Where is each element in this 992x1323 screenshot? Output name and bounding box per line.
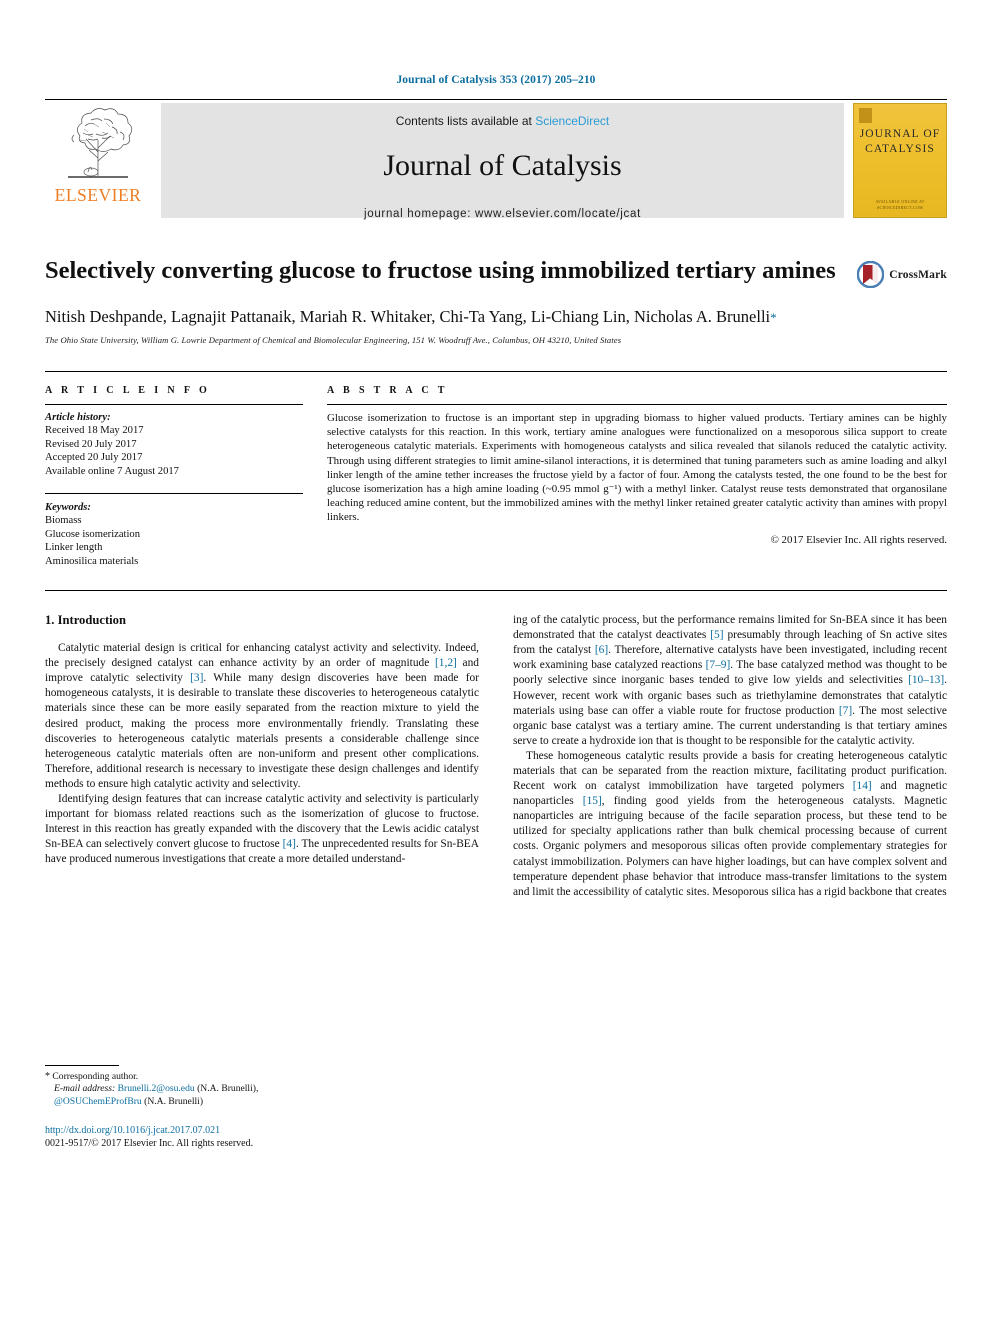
body-column-left: 1. Introduction Catalytic material desig… bbox=[45, 613, 479, 1150]
affiliation: The Ohio State University, William G. Lo… bbox=[45, 335, 622, 345]
email-link[interactable]: Brunelli.2@osu.edu bbox=[118, 1083, 195, 1094]
elsevier-wordmark: ELSEVIER bbox=[54, 185, 142, 205]
history-item: Received 18 May 2017 bbox=[45, 425, 144, 437]
elsevier-tree-icon bbox=[68, 108, 133, 178]
paragraph: ing of the catalytic process, but the pe… bbox=[513, 614, 948, 747]
cover-title-line-1: JOURNAL OF bbox=[859, 128, 941, 140]
keywords-group: Keywords: Biomass Glucose isomerization … bbox=[45, 493, 303, 568]
abstract-heading: A B S T R A C T bbox=[327, 385, 448, 396]
journal-cover-thumbnail[interactable]: JOURNAL OF CATALYSIS AVAILABLE ONLINE AT… bbox=[853, 103, 947, 218]
sciencedirect-link[interactable]: ScienceDirect bbox=[535, 114, 609, 128]
cover-elsevier-mark-icon bbox=[859, 108, 872, 123]
email-label: E-mail address: bbox=[54, 1083, 116, 1095]
abstract-text: Glucose isomerization to fructose is an … bbox=[327, 412, 947, 524]
divider bbox=[45, 404, 303, 405]
history-item: Revised 20 July 2017 bbox=[45, 438, 137, 450]
title-block: Selectively converting glucose to fructo… bbox=[45, 255, 947, 345]
cover-title: JOURNAL OF CATALYSIS bbox=[860, 127, 941, 157]
cover-title-line-2: CATALYSIS bbox=[865, 143, 935, 155]
journal-homepage-link[interactable]: journal homepage: www.elsevier.com/locat… bbox=[364, 208, 641, 220]
keyword-item: Biomass bbox=[45, 515, 82, 527]
handle-owner: (N.A. Brunelli) bbox=[144, 1095, 204, 1107]
email-note: E-mail address: Brunelli.2@osu.edu (N.A.… bbox=[45, 1083, 479, 1096]
masthead-center: Contents lists available at ScienceDirec… bbox=[161, 103, 844, 220]
author-names: Nitish Deshpande, Lagnajit Pattanaik, Ma… bbox=[45, 307, 771, 326]
doi-link[interactable]: http://dx.doi.org/10.1016/j.jcat.2017.07… bbox=[45, 1125, 479, 1138]
keyword-item: Linker length bbox=[45, 542, 103, 554]
corresponding-author-note: * Corresponding author. bbox=[45, 1071, 479, 1084]
history-item: Accepted 20 July 2017 bbox=[45, 452, 143, 464]
divider bbox=[327, 404, 947, 405]
twitter-handle-link[interactable]: @OSUChemEProfBru bbox=[54, 1096, 142, 1107]
contents-available-line: Contents lists available at ScienceDirec… bbox=[396, 114, 609, 128]
footnote-block: * Corresponding author. E-mail address: … bbox=[45, 1064, 479, 1151]
crossmark-badge[interactable]: CrossMark bbox=[857, 261, 947, 288]
elsevier-logo: ELSEVIER bbox=[45, 100, 151, 221]
email-owner: (N.A. Brunelli), bbox=[197, 1083, 259, 1095]
info-abstract-section: A R T I C L E I N F O Article history: R… bbox=[45, 371, 947, 568]
article-history-group: Article history: Received 18 May 2017 Re… bbox=[45, 411, 303, 478]
keywords-label: Keywords: bbox=[45, 502, 91, 514]
article-page: Journal of Catalysis 353 (2017) 205–210 … bbox=[0, 0, 992, 1323]
body-column-right: ing of the catalytic process, but the pe… bbox=[513, 613, 947, 1150]
article-history-label: Article history: bbox=[45, 412, 111, 423]
keyword-item: Glucose isomerization bbox=[45, 528, 141, 540]
article-body: 1. Introduction Catalytic material desig… bbox=[45, 590, 947, 1150]
paragraph: Catalytic material design is critical fo… bbox=[45, 642, 479, 790]
article-info-column: A R T I C L E I N F O Article history: R… bbox=[45, 385, 303, 568]
section-title-introduction: 1. Introduction bbox=[45, 613, 126, 628]
author-list: Nitish Deshpande, Lagnajit Pattanaik, Ma… bbox=[45, 306, 837, 328]
history-item: Available online 7 August 2017 bbox=[45, 465, 179, 477]
journal-title: Journal of Catalysis bbox=[383, 149, 622, 182]
corresponding-author-text: Corresponding author. bbox=[52, 1070, 139, 1082]
footnote-divider bbox=[45, 1064, 119, 1066]
page-title: Selectively converting glucose to fructo… bbox=[45, 257, 836, 284]
footnote-star-icon: * bbox=[45, 1070, 50, 1082]
paragraph: Identifying design features that can inc… bbox=[45, 793, 479, 866]
article-info-heading: A R T I C L E I N F O bbox=[45, 385, 211, 396]
crossmark-icon bbox=[857, 261, 885, 288]
handle-note: @OSUChemEProfBru (N.A. Brunelli) bbox=[45, 1096, 479, 1109]
running-head: Journal of Catalysis 353 (2017) 205–210 bbox=[396, 74, 596, 86]
abstract-column: A B S T R A C T Glucose isomerization to… bbox=[327, 385, 947, 568]
paragraph: These homogeneous catalytic results prov… bbox=[513, 749, 948, 898]
abstract-copyright: © 2017 Elsevier Inc. All rights reserved… bbox=[770, 533, 947, 546]
cover-footer-text: AVAILABLE ONLINE AT SCIENCEDIRECT.COM bbox=[875, 199, 925, 210]
journal-masthead: ELSEVIER Contents lists available at Sci… bbox=[45, 99, 947, 221]
crossmark-label: CrossMark bbox=[889, 268, 947, 281]
doi-block: http://dx.doi.org/10.1016/j.jcat.2017.07… bbox=[45, 1125, 479, 1151]
issn-copyright-line: 0021-9517/© 2017 Elsevier Inc. All right… bbox=[45, 1138, 254, 1150]
keyword-item: Aminosilica materials bbox=[45, 555, 139, 567]
contents-prefix: Contents lists available at bbox=[395, 114, 536, 128]
corresponding-author-marker: * bbox=[770, 310, 777, 325]
